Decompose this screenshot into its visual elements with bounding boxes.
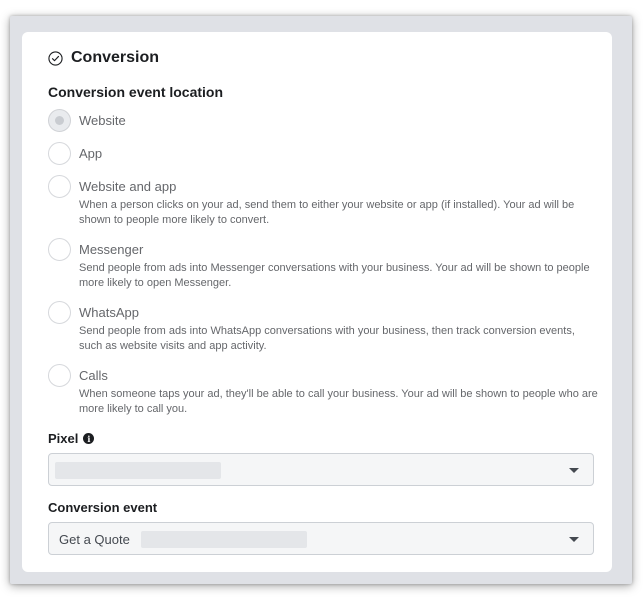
chevron-down-icon	[569, 468, 579, 473]
section-header: Conversion	[48, 49, 159, 67]
option-messenger[interactable]: Messenger Send people from ads into Mess…	[48, 238, 598, 291]
conversion-event-select[interactable]: Get a Quote	[48, 522, 594, 555]
chevron-down-icon	[569, 537, 579, 542]
check-circle-icon	[48, 50, 63, 66]
option-website-and-app[interactable]: Website and app When a person clicks on …	[48, 175, 598, 228]
option-label: WhatsApp	[79, 305, 139, 320]
pixel-label-text: Pixel	[48, 431, 79, 446]
pixel-select[interactable]	[48, 453, 594, 486]
option-app[interactable]: App	[48, 142, 598, 165]
option-label: Calls	[79, 368, 108, 383]
redacted-event-value	[141, 531, 307, 548]
radio-app[interactable]	[48, 142, 71, 165]
conversion-event-value: Get a Quote	[59, 532, 130, 547]
radio-whatsapp[interactable]	[48, 301, 71, 324]
option-description: Send people from ads into WhatsApp conve…	[79, 325, 575, 352]
info-icon[interactable]: i	[83, 433, 95, 444]
radio-website[interactable]	[48, 109, 71, 132]
conversion-location-options: Website App Website and app When a perso…	[48, 109, 598, 427]
option-label: Website and app	[79, 179, 177, 194]
conversion-event-label: Conversion event	[48, 500, 158, 515]
option-description: Send people from ads into Messenger conv…	[79, 262, 590, 289]
option-whatsapp[interactable]: WhatsApp Send people from ads into Whats…	[48, 301, 598, 354]
radio-messenger[interactable]	[48, 238, 71, 261]
option-website[interactable]: Website	[48, 109, 598, 132]
conversion-card: Conversion Conversion event location Web…	[22, 32, 612, 572]
option-calls[interactable]: Calls When someone taps your ad, they'll…	[48, 364, 598, 417]
option-description: When a person clicks on your ad, send th…	[79, 199, 575, 226]
radio-website-and-app[interactable]	[48, 175, 71, 198]
radio-calls[interactable]	[48, 364, 71, 387]
pixel-label: Pixel i	[48, 431, 95, 446]
option-label: Messenger	[79, 242, 144, 257]
option-label: Website	[79, 113, 126, 128]
section-title: Conversion	[71, 49, 160, 66]
option-description: When someone taps your ad, they'll be ab…	[79, 388, 598, 415]
redacted-pixel-value	[55, 462, 221, 479]
conversion-location-heading: Conversion event location	[48, 84, 224, 100]
option-label: App	[79, 146, 103, 161]
